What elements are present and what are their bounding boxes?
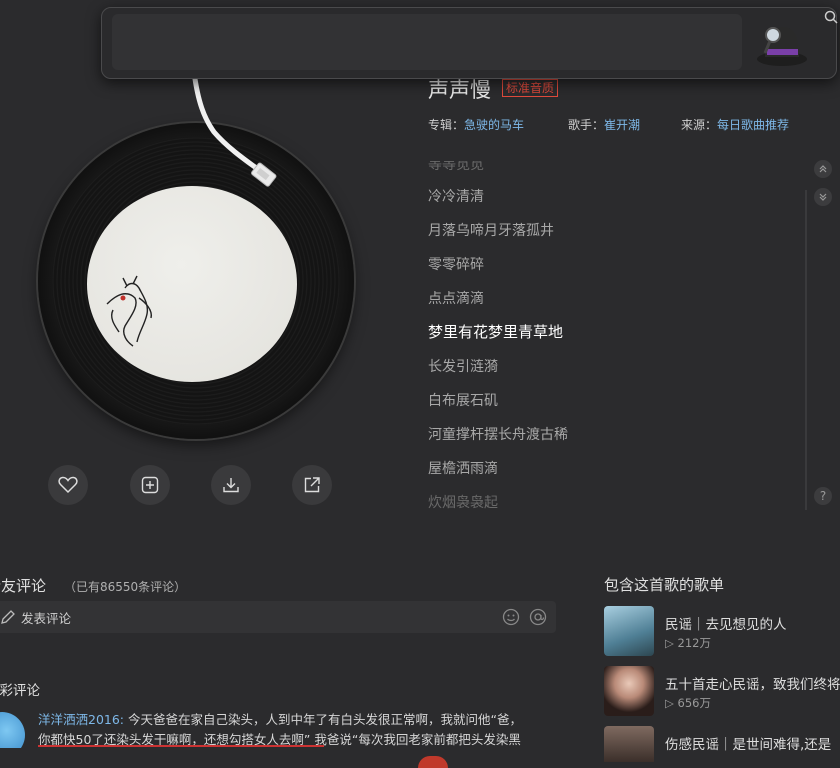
- lyric-line: 长发引涟漪: [428, 359, 498, 375]
- quality-badge[interactable]: 标准音质: [502, 79, 559, 97]
- download-button[interactable]: [211, 465, 251, 505]
- playlist-name[interactable]: 民谣｜去见想见的人: [665, 613, 787, 633]
- horse-ink-drawing: [106, 275, 153, 347]
- comment-username[interactable]: 洋洋洒洒2016:: [38, 712, 124, 727]
- share-icon: [304, 477, 320, 493]
- artist-link[interactable]: 崔开潮: [604, 118, 640, 132]
- share-button[interactable]: [292, 465, 332, 505]
- comment-item: 洋洋洒洒2016: 今天爸爸在家自己染头，人到中年了有白头发很正常啊，我就问他“…: [38, 710, 553, 750]
- comment-text-line1: 今天爸爸在家自己染头，人到中年了有白头发很正常啊，我就问他“爸，: [124, 712, 522, 727]
- playlists-title: 包含这首歌的歌单: [604, 576, 725, 594]
- play-control-button[interactable]: [418, 756, 448, 768]
- comment-placeholder: 发表评论: [21, 611, 72, 626]
- comment-input-box[interactable]: 发表评论: [0, 601, 556, 633]
- emoji-icon[interactable]: [502, 608, 520, 626]
- album-label: 专辑：: [428, 118, 465, 132]
- lyric-line: 屋檐洒雨滴: [428, 461, 498, 477]
- lyric-line: 冷冷清清: [428, 189, 484, 205]
- featured-comments-title: 精彩评论: [0, 683, 40, 699]
- like-button[interactable]: [48, 465, 88, 505]
- lyric-line: 白布展石矶: [428, 393, 498, 409]
- search-icon[interactable]: [824, 10, 838, 24]
- pencil-icon: [1, 610, 15, 624]
- lyric-line: 月落乌啼月牙落孤井: [428, 223, 554, 239]
- playlist-name[interactable]: 伤感民谣｜是世间难得,还是: [665, 733, 840, 753]
- double-chevron-down-icon: [819, 193, 827, 201]
- source-link[interactable]: 每日歌曲推荐: [717, 118, 789, 132]
- playlist-play-count: ▷ 656万: [665, 696, 711, 710]
- source-label: 来源：: [681, 118, 718, 132]
- source-info: 来源：每日歌曲推荐: [681, 116, 789, 133]
- playlist-cover[interactable]: [604, 666, 654, 716]
- download-icon: [223, 478, 239, 493]
- alfred-hat-icon: [757, 27, 807, 66]
- add-box-icon: [141, 476, 159, 494]
- search-input[interactable]: [112, 14, 742, 70]
- add-to-playlist-button[interactable]: [130, 465, 170, 505]
- help-icon[interactable]: ?: [814, 487, 832, 505]
- lyrics-scrollbar[interactable]: [805, 190, 807, 510]
- lyric-line: 等等觅觅: [428, 157, 484, 173]
- lyric-line: 炊烟袅袅起: [428, 495, 498, 511]
- lyric-line: 河童撑杆摆长舟渡古稀: [428, 427, 568, 443]
- heart-icon: [58, 476, 78, 494]
- avatar[interactable]: [0, 712, 25, 748]
- artist-label: 歌手：: [568, 118, 605, 132]
- tonearm[interactable]: [180, 72, 300, 202]
- mention-icon[interactable]: [529, 608, 547, 626]
- playlist-cover[interactable]: [604, 606, 654, 656]
- double-chevron-up-icon: [819, 165, 827, 173]
- album-cover-label: [87, 186, 297, 382]
- scroll-up-button[interactable]: [814, 160, 832, 178]
- album-info: 专辑：急驶的马车: [428, 116, 524, 133]
- playlist-play-count: ▷ 212万: [665, 636, 711, 650]
- scroll-down-button[interactable]: [814, 188, 832, 206]
- lyric-line: 点点滴滴: [428, 291, 484, 307]
- highlight-underline: [38, 745, 324, 747]
- comments-count: （已有86550条评论）: [64, 580, 187, 594]
- lyric-line: 零零碎碎: [428, 257, 484, 273]
- playlist-name[interactable]: 五十首走心民谣，致我们终将: [665, 673, 840, 693]
- lyric-line-current: 梦里有花梦里青草地: [428, 323, 564, 341]
- album-link[interactable]: 急驶的马车: [464, 118, 524, 132]
- playlist-cover[interactable]: [604, 726, 654, 762]
- artist-info: 歌手：崔开潮: [568, 116, 640, 133]
- comments-title: 听友评论: [0, 577, 47, 595]
